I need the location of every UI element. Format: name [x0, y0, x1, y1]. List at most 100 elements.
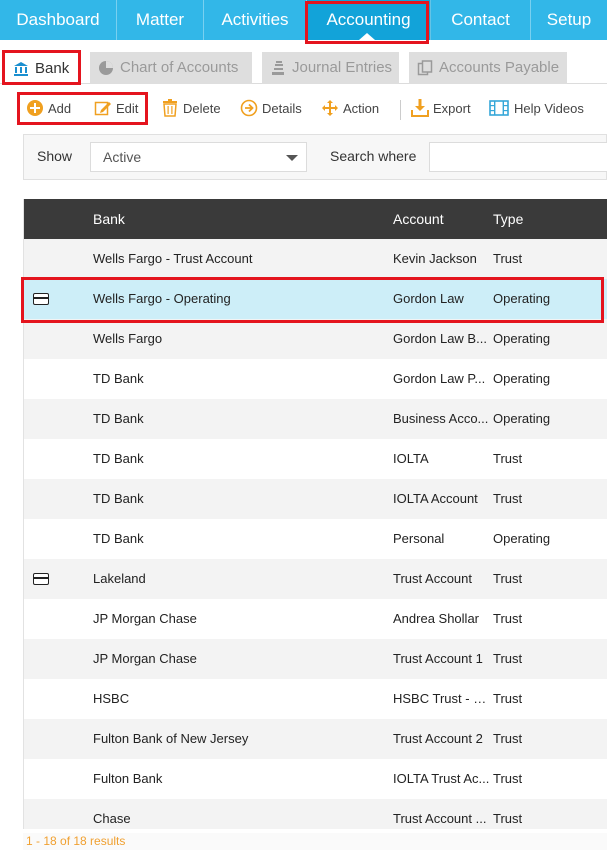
cell-bank: TD Bank	[93, 411, 144, 426]
nav-matter[interactable]: Matter	[117, 0, 204, 40]
cell-type: Trust	[493, 691, 523, 706]
nav-contact[interactable]: Contact	[431, 0, 531, 40]
column-bank[interactable]: Bank	[93, 211, 125, 227]
table-row[interactable]: HSBC HSBC Trust - C... Trust	[24, 679, 607, 719]
column-account[interactable]: Account	[393, 211, 444, 227]
add-circle-icon	[27, 100, 43, 116]
details-button[interactable]: Details	[240, 96, 302, 122]
toolbar: Add Edit Delete Details Action Export He…	[0, 88, 607, 130]
cell-account: HSBC Trust - C...	[393, 691, 491, 706]
tab-accounts-payable[interactable]: Accounts Payable	[409, 52, 567, 84]
table-row[interactable]: Fulton Bank of New Jersey Trust Account 2…	[24, 719, 607, 759]
cell-type: Trust	[493, 651, 523, 666]
add-label: Add	[48, 101, 72, 116]
tab-bank-label: Bank	[35, 60, 70, 77]
search-where-label: Search where	[330, 148, 417, 164]
tab-accounts-payable-label: Accounts Payable	[439, 59, 560, 76]
nav-setup[interactable]: Setup	[531, 0, 607, 40]
cell-bank: Wells Fargo - Operating	[93, 291, 231, 306]
delete-button[interactable]: Delete	[161, 96, 221, 122]
edit-label: Edit	[116, 101, 139, 116]
top-nav: Dashboard Matter Activities Accounting C…	[0, 0, 607, 40]
details-label: Details	[262, 101, 302, 116]
cell-type: Trust	[493, 771, 523, 786]
table-row[interactable]: TD Bank IOLTA Account Trust	[24, 479, 607, 519]
toolbar-separator	[400, 100, 401, 120]
table-row[interactable]: Lakeland Trust Account Trust	[24, 559, 607, 599]
table-row[interactable]: TD Bank Gordon Law P... Operating	[24, 359, 607, 399]
cell-type: Trust	[493, 451, 523, 466]
table-row[interactable]: Chase Trust Account ... Trust	[24, 799, 607, 829]
table-row[interactable]: JP Morgan Chase Trust Account 1 Trust	[24, 639, 607, 679]
cell-bank: TD Bank	[93, 451, 144, 466]
help-videos-button[interactable]: Help Videos	[489, 96, 584, 122]
column-type[interactable]: Type	[493, 211, 523, 227]
tab-bank[interactable]: Bank	[4, 52, 80, 84]
cell-type: Operating	[493, 371, 551, 386]
cell-account: IOLTA Account	[393, 491, 478, 506]
cell-type: Trust	[493, 571, 523, 586]
cell-type: Trust	[493, 251, 523, 266]
table-row[interactable]: TD Bank Personal Operating	[24, 519, 607, 559]
table-row[interactable]: TD Bank IOLTA Trust	[24, 439, 607, 479]
cell-type: Trust	[493, 611, 523, 626]
bank-icon	[14, 62, 28, 76]
search-input[interactable]	[429, 142, 607, 172]
chevron-down-icon	[286, 155, 298, 161]
cell-account: IOLTA	[393, 451, 429, 466]
table-row[interactable]: TD Bank Business Acco... Operating	[24, 399, 607, 439]
cell-bank: Wells Fargo - Trust Account	[93, 251, 253, 266]
cell-account: Gordon Law B...	[393, 331, 487, 346]
cell-account: Gordon Law	[393, 291, 464, 306]
active-nav-caret	[359, 33, 375, 40]
cell-account: Gordon Law P...	[393, 371, 486, 386]
cell-account: Andrea Shollar	[393, 611, 479, 626]
nav-activities[interactable]: Activities	[204, 0, 307, 40]
show-select-value: Active	[103, 149, 142, 165]
table-row[interactable]: JP Morgan Chase Andrea Shollar Trust	[24, 599, 607, 639]
nav-dashboard[interactable]: Dashboard	[0, 0, 117, 40]
edit-button[interactable]: Edit	[94, 96, 138, 122]
cell-type: Operating	[493, 331, 551, 346]
tab-journal-entries[interactable]: Journal Entries	[262, 52, 399, 84]
export-button[interactable]: Export	[411, 96, 471, 122]
help-videos-label: Help Videos	[514, 101, 584, 116]
trash-icon	[163, 99, 177, 117]
tab-journal-entries-label: Journal Entries	[292, 59, 393, 76]
cell-bank: TD Bank	[93, 531, 144, 546]
table-header: Bank Account Type	[24, 199, 607, 239]
cell-bank: Lakeland	[93, 571, 146, 586]
cell-type: Trust	[493, 811, 523, 826]
cell-account: Business Acco...	[393, 411, 489, 426]
delete-label: Delete	[183, 101, 221, 116]
download-icon	[411, 99, 429, 117]
cell-bank: Chase	[93, 811, 131, 826]
cell-type: Trust	[493, 731, 523, 746]
bank-table: Bank Account Type Wells Fargo - Trust Ac…	[23, 199, 607, 829]
cell-account: Personal	[393, 531, 445, 546]
table-row[interactable]: Wells Fargo - Operating Gordon Law Operati…	[24, 279, 607, 319]
cell-account: Trust Account	[393, 571, 472, 586]
show-select[interactable]: Active	[90, 142, 307, 172]
cell-bank: Fulton Bank of New Jersey	[93, 731, 249, 746]
table-row[interactable]: Fulton Bank IOLTA Trust Ac... Trust	[24, 759, 607, 799]
filter-panel: Show Active Search where	[23, 134, 607, 180]
cell-bank: TD Bank	[93, 491, 144, 506]
cell-bank: TD Bank	[93, 371, 144, 386]
credit-card-icon	[33, 293, 49, 305]
edit-icon	[94, 101, 111, 116]
cell-type: Operating	[493, 291, 551, 306]
table-row[interactable]: Wells Fargo Gordon Law B... Operating	[24, 319, 607, 359]
cell-account: Trust Account ...	[393, 811, 487, 826]
add-button[interactable]: Add	[26, 96, 71, 122]
tab-chart-of-accounts[interactable]: Chart of Accounts	[90, 52, 252, 84]
film-icon	[489, 100, 509, 116]
action-button[interactable]: Action	[321, 96, 379, 122]
cell-type: Trust	[493, 491, 523, 506]
arrow-circle-right-icon	[240, 99, 258, 117]
sub-tabs: Bank Chart of Accounts Journal Entries A…	[0, 40, 607, 84]
table-row[interactable]: Wells Fargo - Trust Account Kevin Jackson…	[24, 239, 607, 279]
pie-chart-icon	[99, 61, 113, 75]
journal-icon	[272, 61, 284, 75]
cell-type: Operating	[493, 411, 551, 426]
